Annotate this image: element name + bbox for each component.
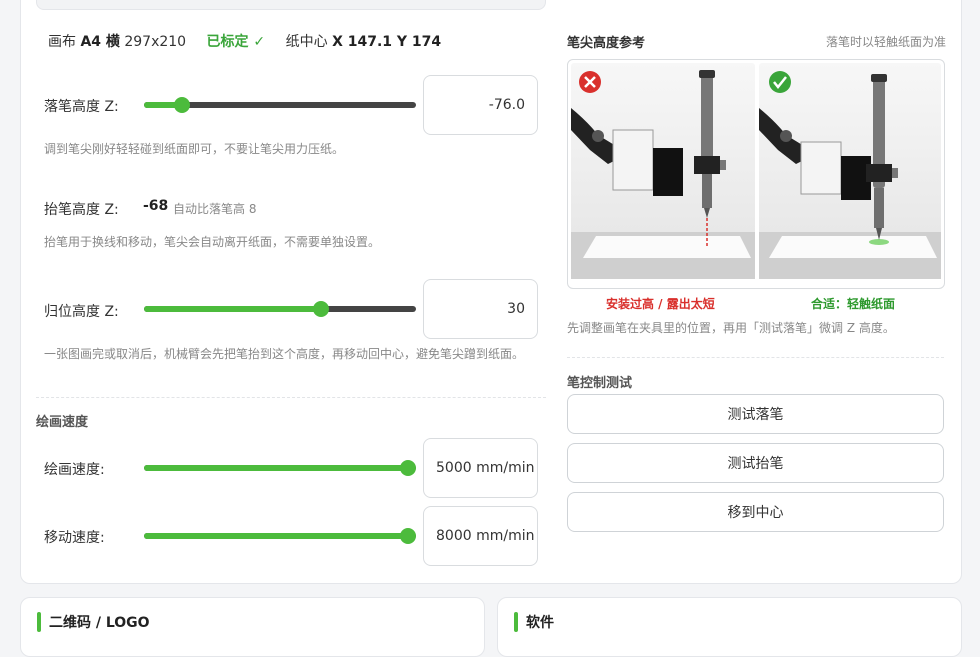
home-height-hint: 一张图画完或取消后，机械臂会先把笔抬到这个高度，再移动回中心，避免笔尖蹭到纸面。 [44,347,525,361]
speed-section-title: 绘画速度 [36,415,89,430]
section-divider [36,397,546,398]
good-example-panel [759,63,941,279]
test-pen-down-button[interactable]: 测试落笔 [567,394,944,434]
section-accent-bar [37,612,41,632]
software-title: 软件 [526,615,554,631]
pen-height-reference-image [567,59,945,289]
draw-speed-slider-knob[interactable] [400,460,416,476]
calibration-status: 画布 A4 横 297x210 已标定 ✓ 纸中心 X 147.1 Y 174 [48,31,441,51]
home-height-input[interactable]: 30 [423,279,538,339]
reference-subtitle: 落笔时以轻触纸面为准 [826,35,947,49]
draw-speed-label: 绘画速度: [44,462,105,478]
test-pen-up-button[interactable]: 测试抬笔 [567,443,944,483]
draw-speed-slider-fill [144,465,408,471]
pen-up-hint: 抬笔用于换线和移动，笔尖会自动离开纸面，不需要单独设置。 [44,235,381,249]
center-prefix: 纸中心 [285,34,328,50]
move-speed-slider-knob[interactable] [400,528,416,544]
move-speed-input[interactable]: 8000 mm/min [423,506,538,566]
good-caption: 合适：轻触纸面 [811,297,896,311]
bad-example-panel [571,63,755,279]
reference-hint: 先调整画笔在夹具里的位置，再用「测试落笔」微调 Z 高度。 [567,321,895,335]
home-height-slider[interactable] [144,301,416,317]
draw-speed-slider[interactable] [144,460,416,476]
pen-down-slider-knob[interactable] [174,97,191,113]
right-divider [567,357,944,358]
qrcode-logo-card: 二维码 / LOGO [20,597,485,657]
pen-test-title: 笔控制测试 [567,376,633,391]
draw-speed-input[interactable]: 5000 mm/min [423,438,538,498]
bad-caption: 安装过高 / 露出太短 [606,297,715,311]
pen-down-slider[interactable] [144,97,416,113]
pen-up-note: 自动比落笔高 8 [173,202,257,216]
qrcode-logo-title: 二维码 / LOGO [49,615,150,631]
pen-down-input[interactable]: -76.0 [423,75,538,135]
software-card: 软件 [497,597,962,657]
home-height-label: 归位高度 Z: [44,304,119,320]
top-strip [36,0,546,10]
reference-illustration [571,63,941,279]
home-height-slider-fill [144,306,321,312]
calibrated-badge: 已标定 ✓ [206,34,266,50]
reference-title: 笔尖高度参考 [567,36,646,51]
canvas-dims: 297x210 [124,34,187,50]
pen-down-label: 落笔高度 Z: [44,99,119,115]
move-to-center-button[interactable]: 移到中心 [567,492,944,532]
move-speed-label: 移动速度: [44,530,105,546]
canvas-prefix: 画布 [48,34,76,50]
pen-up-label: 抬笔高度 Z: [44,202,119,218]
center-value: X 147.1 Y 174 [332,34,442,50]
pen-up-value: -68 [143,198,169,214]
home-height-slider-knob[interactable] [312,301,329,317]
move-speed-slider-fill [144,533,408,539]
move-speed-slider[interactable] [144,528,416,544]
canvas-size: A4 横 [80,34,120,50]
section-accent-bar [514,612,518,632]
pen-down-hint: 调到笔尖刚好轻轻碰到纸面即可，不要让笔尖用力压纸。 [44,142,345,156]
